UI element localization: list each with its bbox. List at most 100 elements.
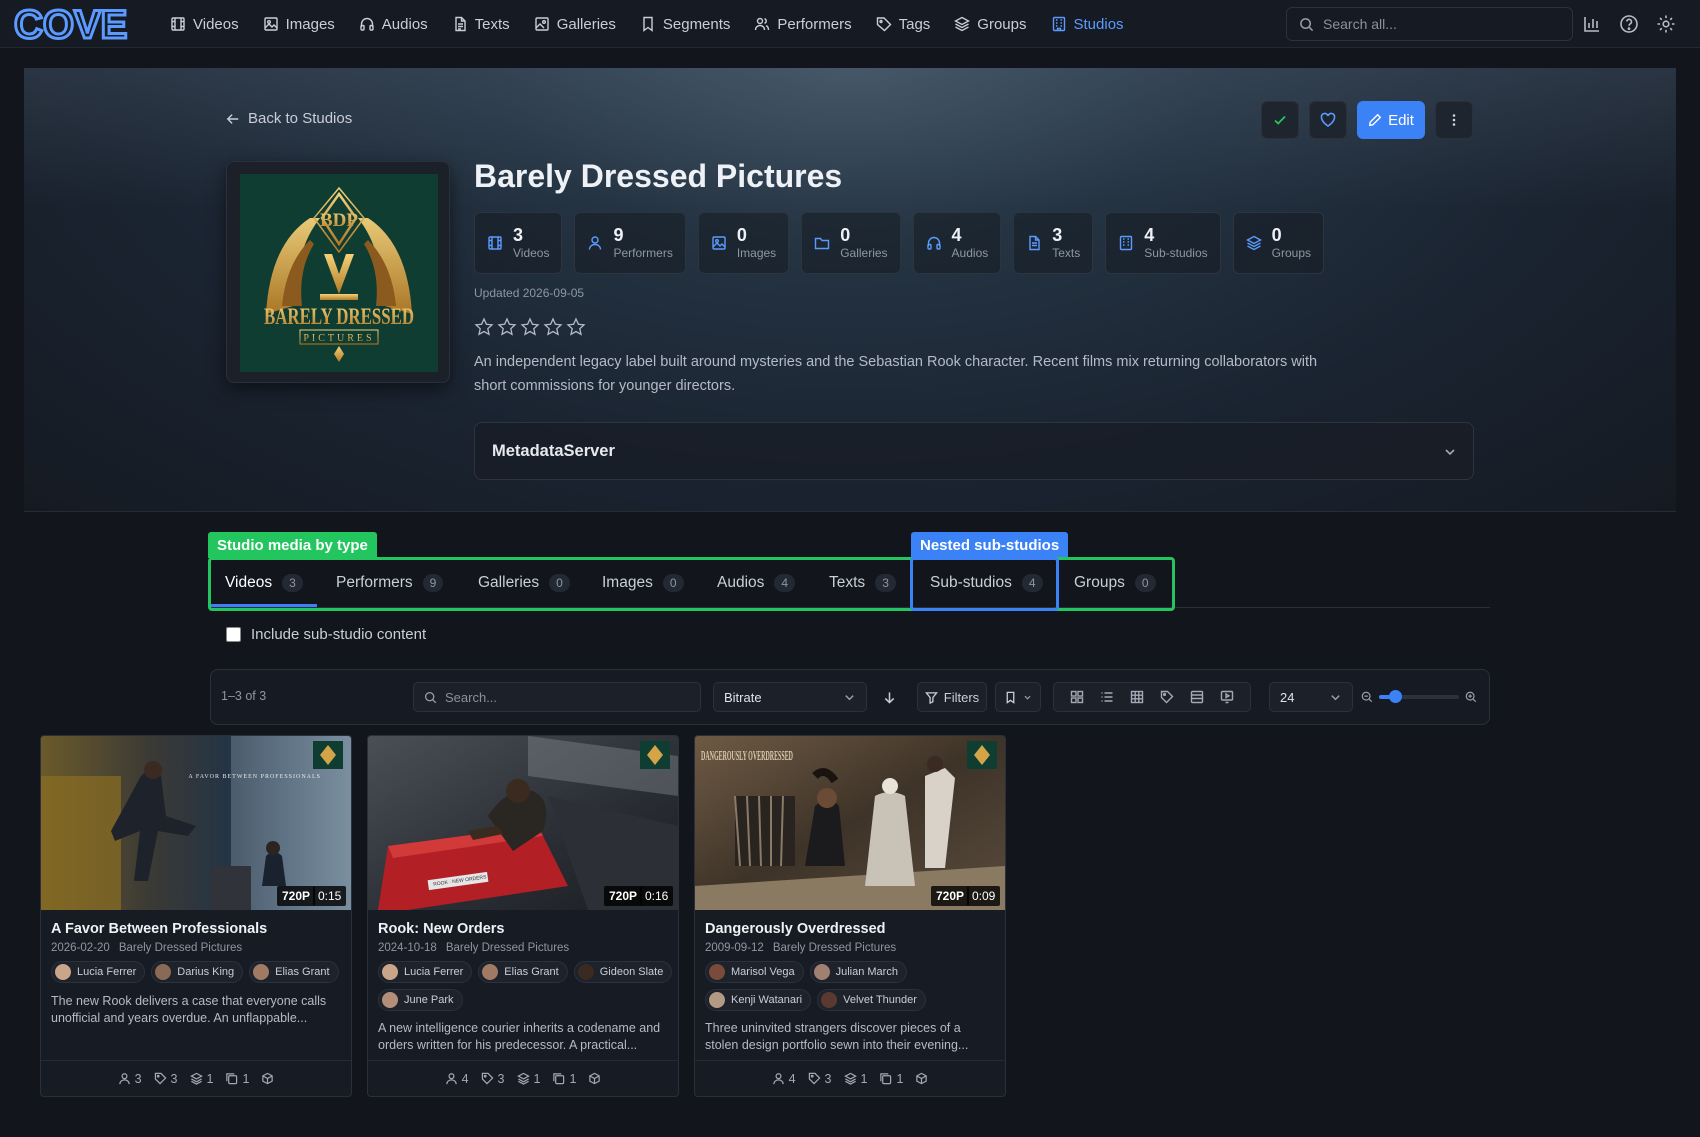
section-divider [24,511,1676,512]
global-search[interactable] [1286,7,1573,41]
user-icon [118,1073,130,1085]
stat-texts[interactable]: 3 Texts [1013,212,1094,274]
performer-count[interactable]: 4 [772,1072,796,1086]
video-thumbnail[interactable]: A FAVOR BETWEEN PROFESSIONALS 720P 0:15 [41,736,351,910]
list-search[interactable] [413,682,701,712]
video-card[interactable]: A FAVOR BETWEEN PROFESSIONALS 720P 0:15 … [40,735,352,1097]
heart-icon [1320,112,1336,127]
back-to-studios-link[interactable]: Back to Studios [226,110,352,127]
more-menu-button[interactable] [1435,101,1473,139]
performer-chip[interactable]: Lucia Ferrer [51,961,146,983]
gallery-count[interactable]: 1 [552,1072,576,1086]
zoom-in-icon[interactable] [1465,691,1477,703]
performer-count[interactable]: 3 [118,1072,142,1086]
global-search-input[interactable] [1323,16,1553,32]
help-icon[interactable] [1619,14,1639,34]
film-icon [488,236,502,250]
svg-text:BARELY DRESSED: BARELY DRESSED [264,304,414,329]
nav-studios[interactable]: Studios [1051,16,1124,33]
nav-performers[interactable]: Performers [754,16,852,33]
list-search-input[interactable] [445,689,685,705]
stat-audios[interactable]: 4 Audios [912,212,1002,274]
performer-chip[interactable]: Gideon Slate [573,961,673,983]
star-icon[interactable] [474,317,494,337]
edit-button[interactable]: Edit [1357,101,1425,139]
performer-chip[interactable]: Darius King [151,961,244,983]
package-icon-button[interactable] [261,1072,274,1085]
zoom-handle[interactable] [1389,690,1402,703]
wall-view-icon[interactable] [1220,690,1234,704]
group-count[interactable]: 1 [843,1072,867,1086]
star-icon[interactable] [497,317,517,337]
per-page-select[interactable]: 24 [1269,682,1353,712]
saved-filters-button[interactable] [995,682,1041,712]
tag-count[interactable]: 3 [481,1072,505,1086]
grid-view-icon[interactable] [1070,690,1084,704]
video-title[interactable]: A Favor Between Professionals [51,921,267,937]
metadata-server-panel[interactable]: MetadataServer [474,422,1474,480]
pencil-icon [1368,113,1382,127]
zoom-out-icon[interactable] [1361,691,1373,703]
user-icon [445,1073,457,1085]
stat-groups[interactable]: 0 Groups [1232,212,1324,274]
stat-videos[interactable]: 3 Videos [474,212,563,274]
nav-segments[interactable]: Segments [640,16,730,33]
performer-chip[interactable]: Elias Grant [249,961,339,983]
cove-logo[interactable]: COVE [14,6,138,42]
group-count[interactable]: 1 [189,1072,213,1086]
tag-count[interactable]: 3 [154,1072,178,1086]
sort-direction-button[interactable] [873,682,905,712]
gallery-count[interactable]: 1 [879,1072,903,1086]
nav-videos[interactable]: Videos [170,16,239,33]
star-icon[interactable] [520,317,540,337]
filters-button[interactable]: Filters [917,682,987,712]
tag-view-icon[interactable] [1160,690,1174,704]
nav-tags[interactable]: Tags [876,16,930,33]
include-sub-studio-checkbox[interactable] [226,627,241,642]
gallery-count[interactable]: 1 [225,1072,249,1086]
sort-select[interactable]: Bitrate [713,682,867,712]
group-count[interactable]: 1 [516,1072,540,1086]
stat-sub-studios[interactable]: 4 Sub-studios [1105,212,1221,274]
star-icon[interactable] [566,317,586,337]
performer-chip[interactable]: June Park [378,989,463,1011]
chart-icon[interactable] [1582,14,1602,34]
stat-galleries[interactable]: 0 Galleries [801,212,901,274]
performer-count[interactable]: 4 [445,1072,469,1086]
package-icon-button[interactable] [915,1072,928,1085]
detail-view-icon[interactable] [1190,690,1204,704]
nav-texts[interactable]: Texts [452,16,510,33]
avatar [155,964,172,980]
performer-chip[interactable]: Velvet Thunder [817,989,926,1011]
nav-galleries[interactable]: Galleries [534,16,616,33]
package-icon-button[interactable] [588,1072,601,1085]
tag-count[interactable]: 3 [808,1072,832,1086]
nav-groups[interactable]: Groups [954,16,1027,33]
performer-chip[interactable]: Kenji Watanari [705,989,812,1011]
stat-images[interactable]: 0 Images [697,212,790,274]
star-icon[interactable] [543,317,563,337]
gear-icon[interactable] [1656,14,1676,34]
video-card[interactable]: ROOK · NEW ORDERS 720P 0:16 Rook: New Or… [367,735,679,1097]
performer-chip[interactable]: Lucia Ferrer [378,961,473,983]
nav-audios[interactable]: Audios [359,16,428,33]
performer-chip[interactable]: Marisol Vega [705,961,804,983]
stat-performers[interactable]: 9 Performers [574,212,686,274]
nav-images[interactable]: Images [263,16,335,33]
video-thumbnail[interactable]: DANGEROUSLY OVERDRESSED 720P 0:09 [695,736,1005,910]
video-thumbnail[interactable]: ROOK · NEW ORDERS 720P 0:16 [368,736,678,910]
video-title[interactable]: Rook: New Orders [378,921,505,937]
performer-chip[interactable]: Julian March [809,961,907,983]
favorite-button[interactable] [1309,101,1347,139]
zoom-track[interactable] [1379,690,1459,703]
video-description: Three uninvited strangers discover piece… [705,1021,969,1052]
zoom-slider[interactable] [1361,685,1481,709]
video-title[interactable]: Dangerously Overdressed [705,921,886,937]
image-icon [712,236,726,250]
check-button[interactable] [1261,101,1299,139]
table-view-icon[interactable] [1130,690,1144,704]
performer-chip[interactable]: Elias Grant [478,961,568,983]
include-sub-studio-toggle[interactable]: Include sub-studio content [226,626,426,643]
video-card[interactable]: DANGEROUSLY OVERDRESSED 720P 0:09 Danger… [694,735,1006,1097]
list-view-icon[interactable] [1100,690,1114,704]
